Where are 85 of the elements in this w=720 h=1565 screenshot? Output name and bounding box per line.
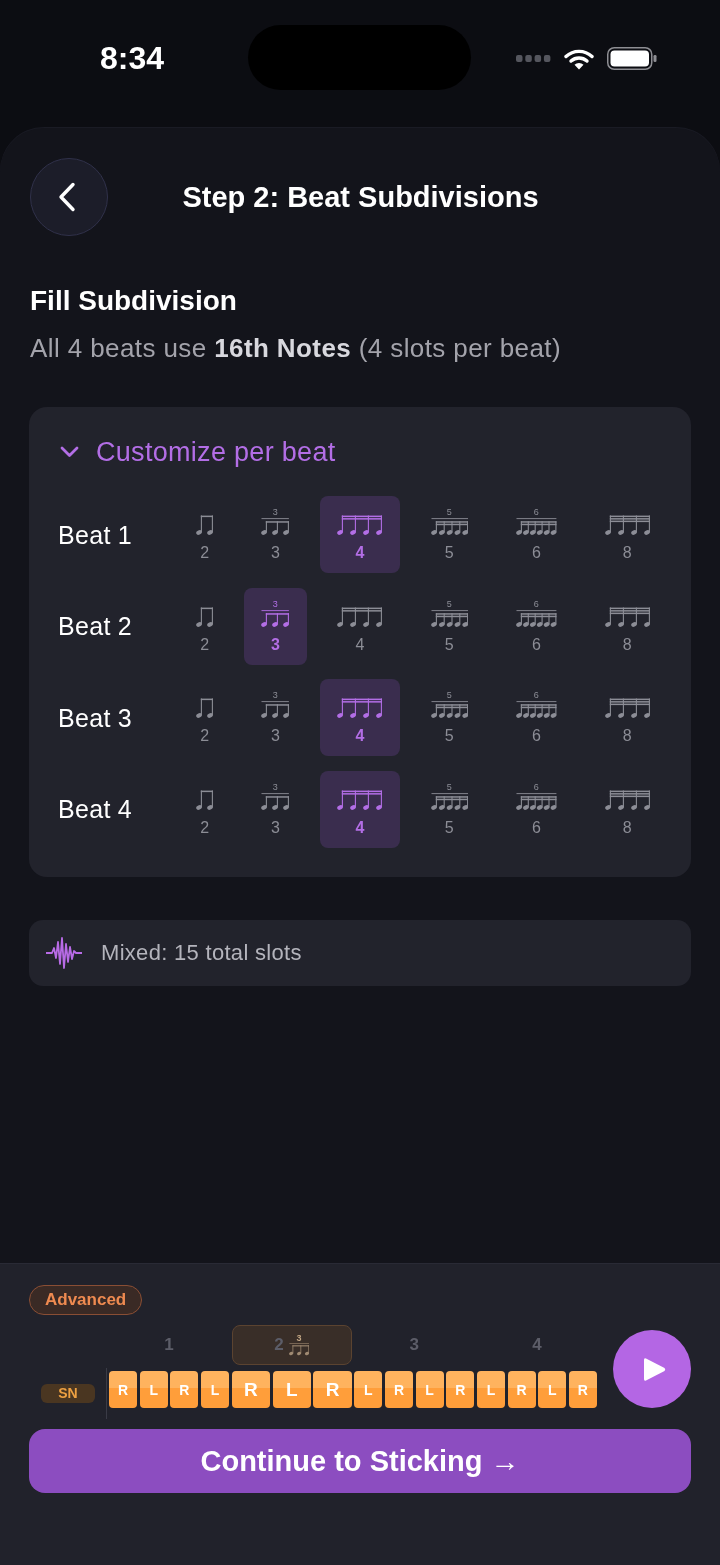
tuplet-number: 5 <box>446 691 452 700</box>
tuplet-number: 5 <box>446 508 452 517</box>
slot-summary-text: Mixed: 15 total slots <box>101 939 302 966</box>
tuplet-number: 6 <box>533 599 539 609</box>
beamed-notes-icon <box>288 1343 310 1356</box>
beamed-notes-icon <box>196 789 214 810</box>
beamed-notes-icon <box>515 609 557 627</box>
beamed-notes-icon <box>196 698 214 718</box>
beamed-notes-icon <box>430 518 469 535</box>
track-label: SN <box>41 1384 95 1403</box>
subdivision-option[interactable]: 6 6 <box>498 496 574 573</box>
beat-number[interactable]: 2 3 <box>231 1325 352 1365</box>
tuplet-number: 3 <box>272 508 278 517</box>
subdivision-option[interactable]: 4 <box>320 770 400 848</box>
subdivision-option[interactable]: 5 5 <box>413 770 486 848</box>
beamed-notes-icon <box>430 609 469 627</box>
beamed-notes-icon <box>430 701 469 718</box>
subdivision-option[interactable]: 6 6 <box>498 679 574 756</box>
tuplet-number: 6 <box>533 691 539 700</box>
subdivision-option[interactable]: 3 3 <box>244 496 307 573</box>
subdivision-option[interactable]: 6 6 <box>498 770 574 848</box>
tuplet-number: 3 <box>296 1334 302 1344</box>
subdivision-option[interactable]: 4 <box>320 587 400 665</box>
subdivision-option[interactable]: 5 5 <box>413 587 486 665</box>
section-summary: All 4 beats use 16th Notes (4 slots per beat) <box>30 333 563 363</box>
status-time: 8:34 <box>100 40 165 76</box>
subdivision-option[interactable]: 5 5 <box>413 496 486 573</box>
subdivision-option[interactable]: 3 3 <box>244 679 307 756</box>
beat-label: Beat 4 <box>58 794 134 824</box>
continue-button[interactable]: Continue to Sticking → <box>29 1429 691 1493</box>
subdivision-option[interactable]: 6 6 <box>498 587 574 665</box>
beat-label: Beat 2 <box>58 611 134 641</box>
tuplet-number: 6 <box>533 782 539 792</box>
beamed-notes-icon <box>604 789 650 810</box>
beamed-notes-icon <box>261 792 290 810</box>
subdivision-option[interactable]: 2 <box>179 587 231 665</box>
subdivision-option[interactable]: 2 <box>179 679 231 756</box>
chevron-left-icon <box>58 182 76 212</box>
beat-label: Beat 3 <box>58 702 134 733</box>
waveform-icon <box>46 935 82 970</box>
beat-label: Beat 1 <box>58 519 134 550</box>
subdivision-option[interactable]: 3 3 <box>244 770 307 848</box>
beamed-notes-icon <box>515 792 557 810</box>
beamed-notes-icon <box>337 789 383 810</box>
tuplet-number: 5 <box>446 599 452 609</box>
tuplet-number: 3 <box>272 599 278 609</box>
beat-number[interactable]: 1 <box>109 1325 230 1365</box>
customize-toggle[interactable]: Customize per beat <box>60 437 336 467</box>
beamed-notes-icon <box>337 606 383 627</box>
subdivision-option[interactable]: 4 <box>320 679 400 756</box>
beamed-notes-icon <box>337 515 383 535</box>
beamed-notes-icon <box>261 518 290 535</box>
beamed-notes-icon <box>604 606 650 627</box>
tuplet-number: 6 <box>533 508 539 517</box>
beamed-notes-icon <box>604 515 650 535</box>
beamed-notes-icon <box>196 515 214 535</box>
subdivision-option[interactable]: 5 5 <box>413 679 486 756</box>
battery-icon <box>607 47 657 70</box>
beamed-notes-icon <box>261 701 290 718</box>
beamed-notes-icon <box>196 606 214 627</box>
tuplet-number: 5 <box>446 782 452 792</box>
beamed-notes-icon <box>261 609 290 627</box>
play-icon <box>643 1356 666 1382</box>
subdivision-option[interactable]: 8 <box>587 679 667 756</box>
beamed-notes-icon <box>604 698 650 718</box>
beat-number[interactable]: 4 <box>476 1325 597 1365</box>
tuplet-number: 3 <box>272 782 278 792</box>
subdivision-option[interactable]: 8 <box>587 496 667 573</box>
subdivision-option[interactable]: 2 <box>179 770 231 848</box>
subdivision-option[interactable]: 4 <box>320 496 400 573</box>
beamed-notes-icon <box>515 518 557 535</box>
wifi-icon <box>564 47 594 70</box>
beat-number[interactable]: 3 <box>354 1325 475 1365</box>
screen-title: Step 2: Beat Subdivisions <box>181 180 540 215</box>
subdivision-option[interactable]: 8 <box>587 587 667 665</box>
level-badge: Advanced <box>29 1285 143 1315</box>
subdivision-option[interactable]: 2 <box>179 496 231 573</box>
section-title: Fill Subdivision <box>30 284 238 318</box>
beamed-notes-icon <box>515 701 557 718</box>
signal-dots-icon <box>516 55 551 62</box>
tuplet-number: 3 <box>272 691 278 700</box>
subdivision-option[interactable]: 3 3 <box>244 587 307 665</box>
beamed-notes-icon <box>430 792 469 810</box>
subdivision-option[interactable]: 8 <box>587 770 667 848</box>
beamed-notes-icon <box>337 698 383 718</box>
